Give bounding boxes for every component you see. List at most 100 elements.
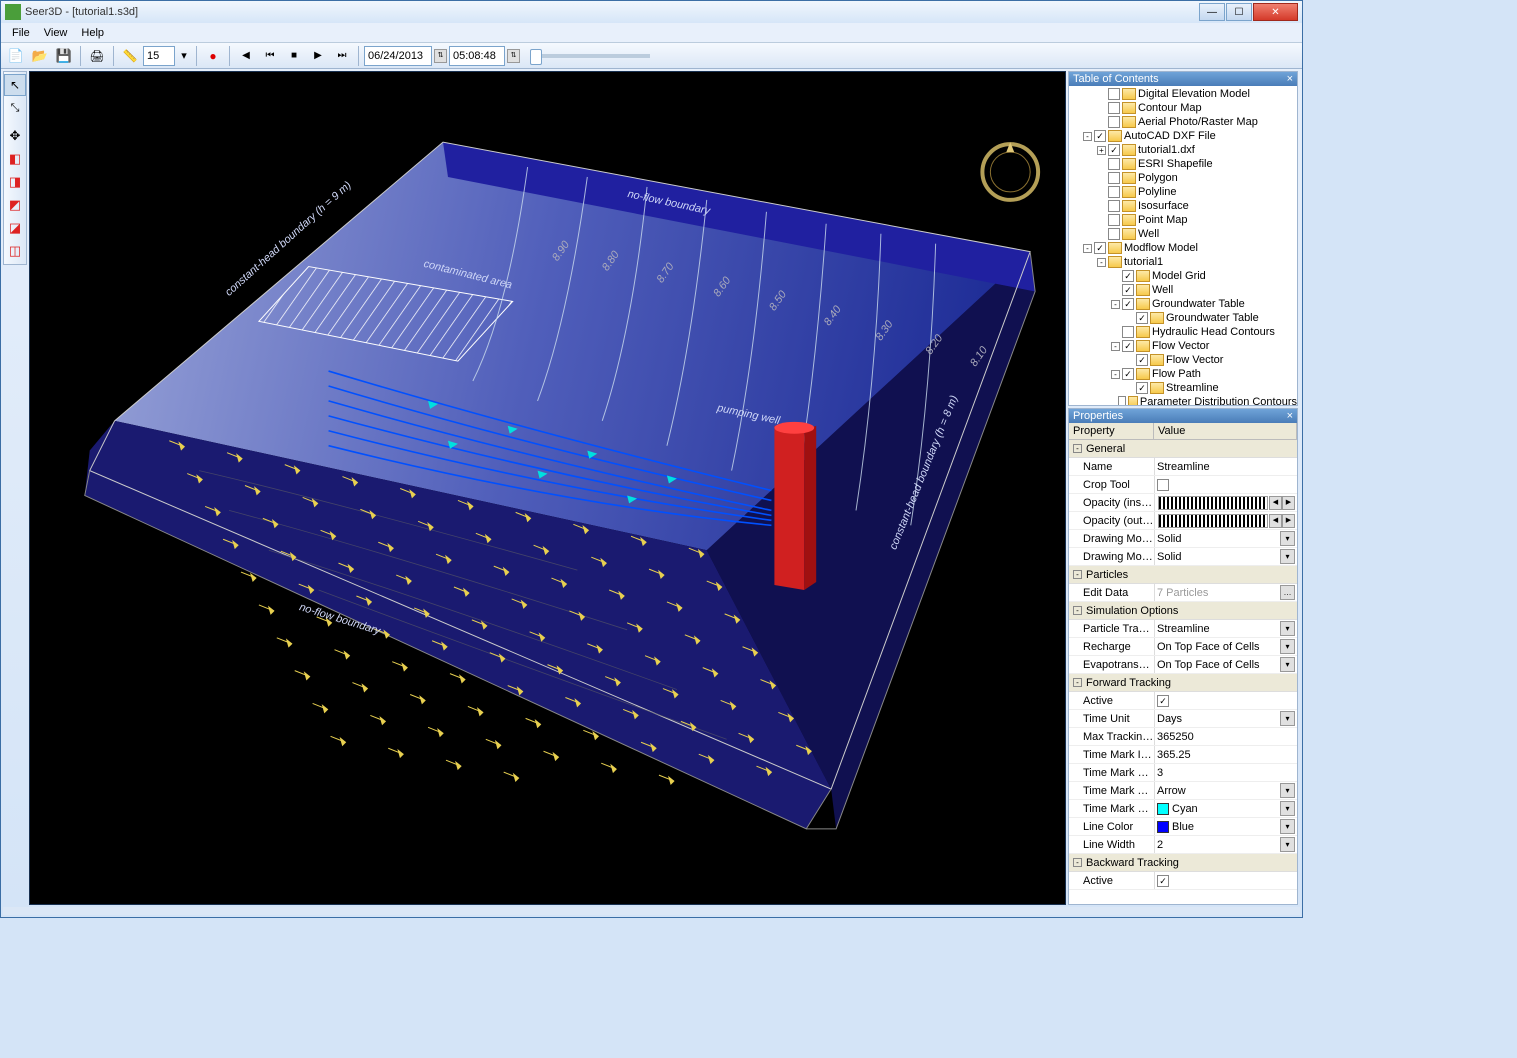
property-row[interactable]: Drawing Mode (inside)Solid▾: [1069, 530, 1297, 548]
checkbox[interactable]: [1108, 102, 1120, 114]
print-button[interactable]: [86, 45, 108, 67]
property-value[interactable]: 7 Particles…: [1154, 584, 1297, 601]
select-tool[interactable]: [4, 74, 26, 96]
checkbox[interactable]: ✓: [1094, 130, 1106, 142]
property-row[interactable]: Time Mark Size3: [1069, 764, 1297, 782]
minimize-button[interactable]: [1199, 3, 1225, 21]
collapse-icon[interactable]: -: [1073, 858, 1082, 867]
ruler-button[interactable]: [119, 45, 141, 67]
stop-button[interactable]: [283, 45, 305, 67]
checkbox[interactable]: [1108, 186, 1120, 198]
toc-tree[interactable]: Digital Elevation ModelContour MapAerial…: [1069, 86, 1297, 405]
save-button[interactable]: [53, 45, 75, 67]
property-row[interactable]: NameStreamline: [1069, 458, 1297, 476]
property-value[interactable]: On Top Face of Cells▾: [1154, 638, 1297, 655]
dropdown-icon[interactable]: ▾: [1280, 801, 1295, 816]
property-value[interactable]: Blue▾: [1154, 818, 1297, 835]
property-row[interactable]: Particle TrackingStreamline▾: [1069, 620, 1297, 638]
property-value[interactable]: Solid▾: [1154, 530, 1297, 547]
tree-item[interactable]: -✓Groundwater Table: [1069, 297, 1297, 311]
checkbox[interactable]: ✓: [1157, 875, 1169, 887]
dropdown-icon[interactable]: ▾: [1280, 783, 1295, 798]
checkbox[interactable]: ✓: [1136, 354, 1148, 366]
checkbox[interactable]: ✓: [1136, 312, 1148, 324]
tree-item[interactable]: Parameter Distribution Contours: [1069, 395, 1297, 405]
tree-item[interactable]: Contour Map: [1069, 101, 1297, 115]
open-button[interactable]: [29, 45, 51, 67]
collapse-icon[interactable]: -: [1073, 606, 1082, 615]
tree-item[interactable]: ESRI Shapefile: [1069, 157, 1297, 171]
property-row[interactable]: Active✓: [1069, 872, 1297, 890]
menu-file[interactable]: File: [5, 25, 37, 41]
view-back[interactable]: [4, 171, 26, 193]
tree-item[interactable]: -tutorial1: [1069, 255, 1297, 269]
tree-item[interactable]: ✓Flow Vector: [1069, 353, 1297, 367]
property-value[interactable]: Streamline: [1154, 458, 1297, 475]
property-value[interactable]: ◀▶: [1154, 512, 1297, 529]
checkbox[interactable]: [1108, 214, 1120, 226]
checkbox[interactable]: [1108, 88, 1120, 100]
tree-item[interactable]: Isosurface: [1069, 199, 1297, 213]
dropdown-icon[interactable]: ▾: [1280, 621, 1295, 636]
collapse-icon[interactable]: -: [1073, 444, 1082, 453]
checkbox[interactable]: [1108, 200, 1120, 212]
props-close-icon[interactable]: ×: [1287, 410, 1293, 422]
dropdown-icon[interactable]: ▾: [1280, 837, 1295, 852]
new-button[interactable]: [5, 45, 27, 67]
step-fwd-button[interactable]: [331, 45, 353, 67]
move-tool[interactable]: [4, 125, 26, 147]
checkbox[interactable]: [1157, 479, 1169, 491]
tree-item[interactable]: +✓tutorial1.dxf: [1069, 143, 1297, 157]
property-value[interactable]: ✓: [1154, 692, 1297, 709]
property-value[interactable]: Streamline▾: [1154, 620, 1297, 637]
time-input[interactable]: [449, 46, 505, 66]
record-button[interactable]: [202, 45, 224, 67]
property-row[interactable]: Line ColorBlue▾: [1069, 818, 1297, 836]
expand-icon[interactable]: -: [1083, 244, 1092, 253]
expand-icon[interactable]: -: [1111, 370, 1120, 379]
checkbox[interactable]: [1108, 116, 1120, 128]
maximize-button[interactable]: [1226, 3, 1252, 21]
checkbox[interactable]: [1122, 326, 1134, 338]
property-value[interactable]: 365.25: [1154, 746, 1297, 763]
properties-grid[interactable]: -GeneralNameStreamlineCrop ToolOpacity (…: [1069, 440, 1297, 904]
tree-item[interactable]: ✓Well: [1069, 283, 1297, 297]
tree-item[interactable]: Polyline: [1069, 185, 1297, 199]
property-value[interactable]: Arrow▾: [1154, 782, 1297, 799]
property-row[interactable]: Edit Data7 Particles…: [1069, 584, 1297, 602]
property-value[interactable]: Cyan▾: [1154, 800, 1297, 817]
dropdown-icon[interactable]: ▾: [1280, 549, 1295, 564]
spinner-button[interactable]: ◀: [1269, 496, 1282, 510]
dropdown-icon[interactable]: ▾: [1280, 531, 1295, 546]
property-value[interactable]: Days▾: [1154, 710, 1297, 727]
expand-icon[interactable]: -: [1083, 132, 1092, 141]
checkbox[interactable]: [1108, 158, 1120, 170]
property-category[interactable]: -General: [1069, 440, 1297, 458]
opacity-slider[interactable]: [1158, 514, 1268, 528]
tree-item[interactable]: Digital Elevation Model: [1069, 87, 1297, 101]
checkbox[interactable]: ✓: [1122, 340, 1134, 352]
dropdown-icon[interactable]: ▾: [1280, 711, 1295, 726]
property-category[interactable]: -Forward Tracking: [1069, 674, 1297, 692]
property-row[interactable]: Time Mark ColorCyan▾: [1069, 800, 1297, 818]
tree-item[interactable]: Well: [1069, 227, 1297, 241]
property-category[interactable]: -Particles: [1069, 566, 1297, 584]
spinner-button[interactable]: ▶: [1282, 496, 1295, 510]
view-top[interactable]: [4, 240, 26, 262]
property-row[interactable]: RechargeOn Top Face of Cells▾: [1069, 638, 1297, 656]
menu-help[interactable]: Help: [74, 25, 111, 41]
property-row[interactable]: EvapotranspirationOn Top Face of Cells▾: [1069, 656, 1297, 674]
select-area-tool[interactable]: [4, 97, 26, 119]
view-left[interactable]: [4, 194, 26, 216]
tree-item[interactable]: -✓Flow Vector: [1069, 339, 1297, 353]
property-row[interactable]: Crop Tool: [1069, 476, 1297, 494]
checkbox[interactable]: ✓: [1108, 144, 1120, 156]
expand-icon[interactable]: +: [1097, 146, 1106, 155]
collapse-icon[interactable]: -: [1073, 678, 1082, 687]
tree-item[interactable]: Hydraulic Head Contours: [1069, 325, 1297, 339]
tree-item[interactable]: Polygon: [1069, 171, 1297, 185]
property-value[interactable]: Solid▾: [1154, 548, 1297, 565]
property-row[interactable]: Time Mark TypeArrow▾: [1069, 782, 1297, 800]
property-category[interactable]: -Backward Tracking: [1069, 854, 1297, 872]
3d-viewport[interactable]: no-flow boundary no-flow boundary consta…: [29, 71, 1066, 905]
